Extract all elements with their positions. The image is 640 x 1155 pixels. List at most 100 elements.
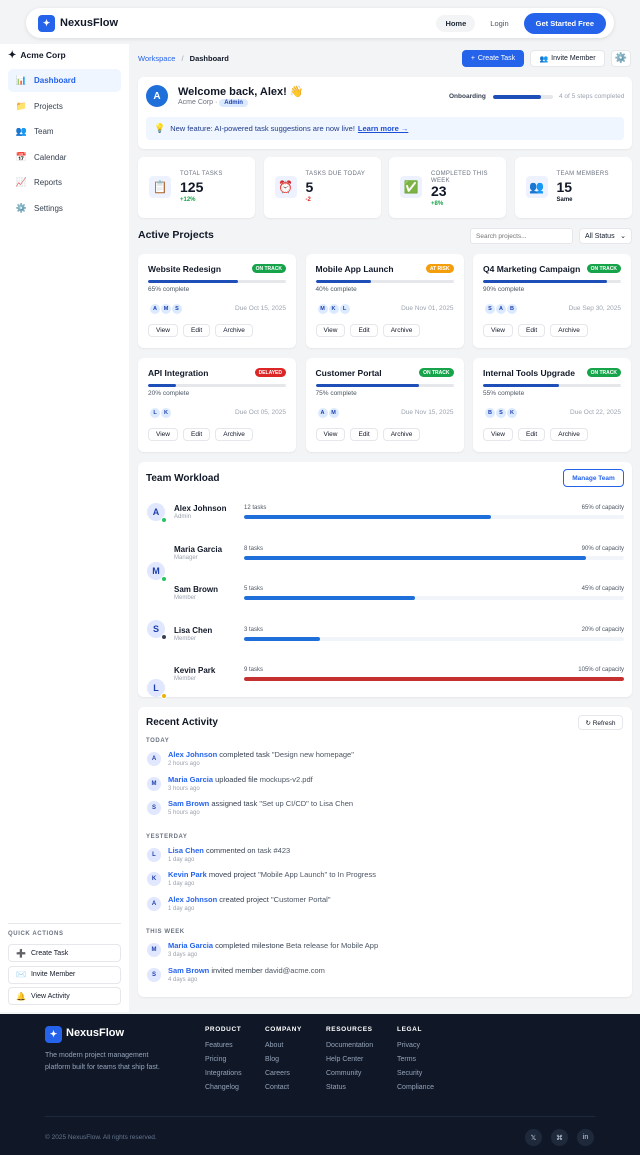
project-archive-button[interactable]: Archive <box>550 324 588 337</box>
member-avatar[interactable]: L <box>150 408 160 418</box>
project-card[interactable]: Mobile App Launch At Risk 40% complete M K L D… <box>305 254 464 348</box>
project-archive-button[interactable]: Archive <box>382 428 421 441</box>
quick-view-activity-button[interactable]: 🔔 View Activity <box>8 987 121 1005</box>
member-avatar[interactable]: M <box>161 304 171 314</box>
member-avatar[interactable]: A <box>317 408 328 418</box>
project-edit-button[interactable]: Edit <box>182 324 211 337</box>
get-started-button[interactable]: Get Started Free <box>523 12 606 34</box>
member-avatar[interactable]: A <box>496 304 506 314</box>
project-view-button[interactable]: View <box>315 324 346 337</box>
quick-invite-member-button[interactable]: ✉️ Invite Member <box>8 965 121 984</box>
sidebar-item-settings[interactable]: ⚙️ Settings <box>8 197 121 220</box>
member-avatar[interactable]: L <box>339 304 350 314</box>
quick-create-task-button[interactable]: ➕ Create Task <box>8 944 121 962</box>
footer-link[interactable]: Careers <box>265 1070 290 1077</box>
activity-avatar[interactable]: K <box>147 872 161 886</box>
sidebar-org[interactable]: ✦ Acme Corp <box>0 44 129 66</box>
sidebar-item-projects[interactable]: 📁 Projects <box>8 95 121 118</box>
footer-link[interactable]: Pricing <box>205 1056 226 1063</box>
activity-user-link[interactable]: Alex Johnson <box>168 895 217 904</box>
github-icon[interactable]: ⌘ <box>551 1129 568 1146</box>
project-archive-button[interactable]: Archive <box>382 324 421 337</box>
member-avatar[interactable]: A <box>150 304 160 314</box>
footer-link[interactable]: Privacy <box>397 1042 420 1049</box>
sidebar-item-team[interactable]: 👥 Team <box>8 120 121 143</box>
member-avatar[interactable]: S <box>147 620 167 640</box>
activity-avatar[interactable]: S <box>147 801 161 815</box>
project-edit-button[interactable]: Edit <box>182 428 211 441</box>
member-avatar[interactable]: L <box>147 678 167 699</box>
breadcrumb-workspace[interactable]: Workspace <box>138 54 175 63</box>
linkedin-icon[interactable]: in <box>577 1129 594 1146</box>
project-edit-button[interactable]: Edit <box>350 428 378 441</box>
member-avatar[interactable]: A <box>147 503 167 523</box>
member-avatar[interactable]: M <box>147 561 167 582</box>
manage-team-button[interactable]: Manage Team <box>563 469 624 487</box>
status-filter-select[interactable]: All Status ⌄ <box>579 228 632 244</box>
project-archive-button[interactable]: Archive <box>215 428 253 441</box>
footer-link[interactable]: Features <box>205 1042 233 1049</box>
activity-avatar[interactable]: A <box>147 896 161 911</box>
member-avatar[interactable]: B <box>485 408 495 418</box>
activity-user-link[interactable]: Alex Johnson <box>168 750 217 759</box>
project-card[interactable]: Q4 Marketing Campaign On Track 90% complet… <box>473 254 631 348</box>
footer-link[interactable]: About <box>265 1042 283 1049</box>
member-avatar[interactable]: K <box>328 304 339 314</box>
sidebar-item-calendar[interactable]: 📅 Calendar <box>8 146 121 169</box>
project-view-button[interactable]: View <box>483 324 513 337</box>
member-avatar[interactable]: S <box>485 304 495 314</box>
refresh-button[interactable]: ↻ Refresh <box>578 715 623 730</box>
search-projects-input[interactable] <box>470 228 573 244</box>
learn-more-link[interactable]: Learn more → <box>358 124 408 133</box>
project-edit-button[interactable]: Edit <box>517 428 546 441</box>
project-edit-button[interactable]: Edit <box>517 324 546 337</box>
nav-home-link[interactable]: Home <box>436 14 476 32</box>
member-avatar[interactable]: M <box>328 408 339 418</box>
nav-login-link[interactable]: Login <box>481 15 517 32</box>
member-avatar[interactable]: S <box>172 304 182 314</box>
footer-link[interactable]: Terms <box>397 1056 416 1063</box>
footer-link[interactable]: Compliance <box>397 1084 434 1091</box>
sidebar-item-dashboard[interactable]: 📊 Dashboard <box>8 69 121 92</box>
project-card[interactable]: Customer Portal On Track 75% complete A M Due… <box>305 358 464 452</box>
activity-user-link[interactable]: Maria Garcia <box>168 775 213 784</box>
create-task-button[interactable]: + Create Task <box>462 50 524 67</box>
footer-link[interactable]: Changelog <box>205 1084 239 1091</box>
project-edit-button[interactable]: Edit <box>350 324 378 337</box>
sidebar-item-reports[interactable]: 📈 Reports <box>8 171 121 194</box>
settings-gear-button[interactable]: ⚙️ <box>611 50 631 67</box>
project-view-button[interactable]: View <box>483 428 513 441</box>
activity-avatar[interactable]: S <box>147 967 161 982</box>
activity-user-link[interactable]: Sam Brown <box>168 799 209 808</box>
footer-link[interactable]: Contact <box>265 1084 289 1091</box>
project-view-button[interactable]: View <box>148 428 178 441</box>
project-card[interactable]: Internal Tools Upgrade On Track 55% comple… <box>473 358 631 452</box>
activity-avatar[interactable]: A <box>147 752 161 766</box>
member-avatar[interactable]: S <box>496 408 506 418</box>
project-archive-button[interactable]: Archive <box>550 428 588 441</box>
activity-user-link[interactable]: Maria Garcia <box>168 941 213 950</box>
project-card[interactable]: Website Redesign On Track 65% complete A M S D… <box>138 254 296 348</box>
activity-user-link[interactable]: Kevin Park <box>168 870 207 879</box>
member-avatar[interactable]: K <box>161 408 171 418</box>
member-avatar[interactable]: K <box>507 408 517 418</box>
activity-avatar[interactable]: L <box>147 847 161 862</box>
activity-avatar[interactable]: M <box>147 776 161 791</box>
footer-link[interactable]: Documentation <box>326 1042 373 1049</box>
member-avatar[interactable]: B <box>507 304 517 314</box>
project-card[interactable]: API Integration Delayed 20% complete L K Due … <box>138 358 296 452</box>
footer-link[interactable]: Integrations <box>205 1070 242 1077</box>
x-icon[interactable]: 𝕏 <box>525 1129 542 1146</box>
footer-link[interactable]: Help Center <box>326 1056 363 1063</box>
project-view-button[interactable]: View <box>315 428 346 441</box>
project-view-button[interactable]: View <box>148 324 178 337</box>
invite-member-button[interactable]: 👥 Invite Member <box>530 50 605 67</box>
project-archive-button[interactable]: Archive <box>215 324 253 337</box>
footer-link[interactable]: Status <box>326 1084 346 1091</box>
member-avatar[interactable]: M <box>317 304 328 314</box>
activity-avatar[interactable]: M <box>147 943 161 957</box>
activity-user-link[interactable]: Lisa Chen <box>168 846 204 855</box>
footer-link[interactable]: Community <box>326 1070 361 1077</box>
activity-user-link[interactable]: Sam Brown <box>168 966 209 975</box>
user-avatar[interactable]: A <box>146 85 168 107</box>
